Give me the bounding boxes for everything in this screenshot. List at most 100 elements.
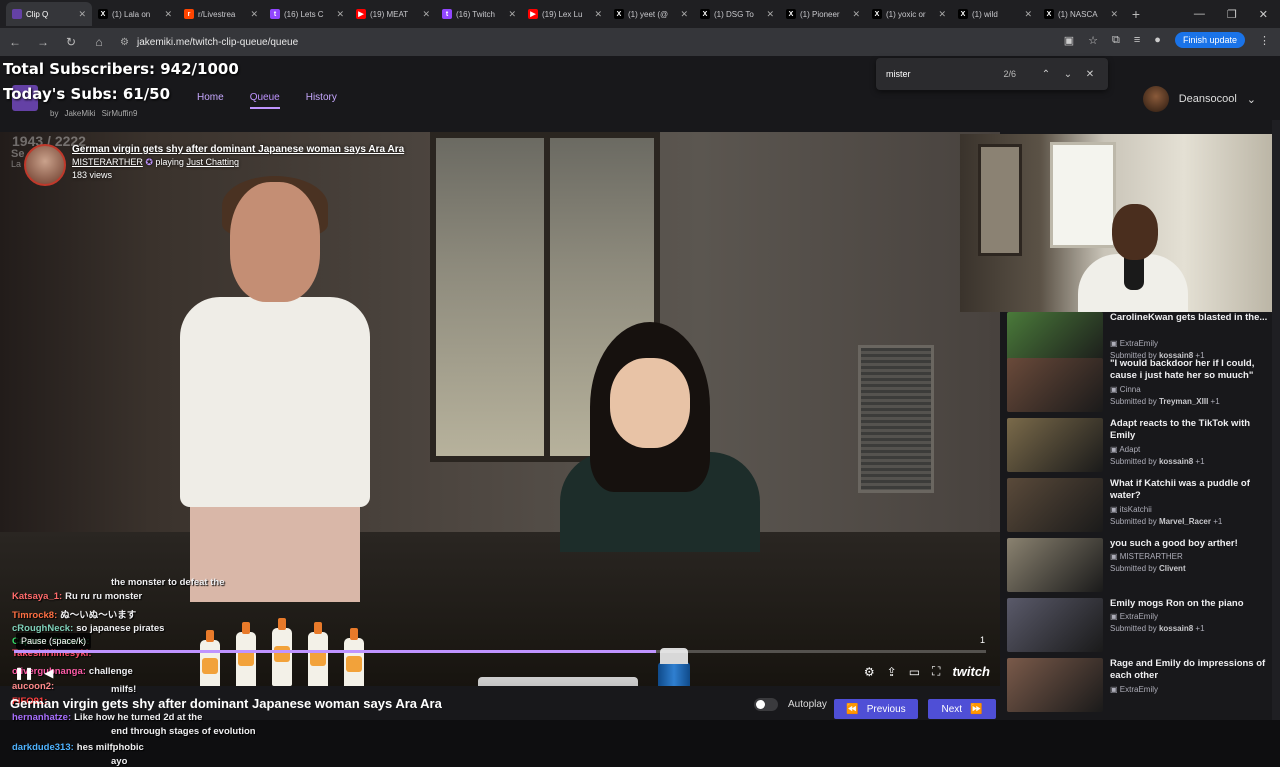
close-tab-icon[interactable]: ✕	[1024, 9, 1032, 20]
menu-icon[interactable]: ⋮	[1259, 34, 1270, 47]
close-tab-icon[interactable]: ✕	[336, 9, 344, 20]
nav-home[interactable]: Home	[197, 92, 224, 109]
forward-icon[interactable]: →	[36, 35, 50, 49]
find-prev-icon[interactable]: ⌃	[1038, 69, 1054, 80]
finish-update-button[interactable]: Finish update	[1174, 32, 1245, 48]
home-icon[interactable]: ⌂	[92, 35, 106, 49]
browser-tab[interactable]: X (1) DSG To ✕	[694, 2, 780, 26]
category-link[interactable]: Just Chatting	[186, 157, 239, 167]
today-subs-counter: Today's Subs: 61/50	[3, 85, 171, 103]
close-tab-icon[interactable]: ✕	[422, 9, 430, 20]
queue-item-submitter: Submitted by Marvel_Racer +1	[1110, 517, 1223, 526]
settings-gear-icon[interactable]: ⚙	[864, 665, 875, 679]
close-tab-icon[interactable]: ✕	[852, 9, 860, 20]
clip-thumbnail	[1007, 478, 1103, 532]
autoplay-control[interactable]: Autoplay	[754, 698, 827, 711]
playlist-icon[interactable]: ≡	[1134, 34, 1140, 46]
nav-history[interactable]: History	[306, 92, 337, 109]
pause-button[interactable]: ❚❚	[14, 666, 34, 680]
previous-button[interactable]: ⏪ Previous	[834, 699, 918, 719]
close-tab-icon[interactable]: ✕	[78, 9, 86, 20]
find-input[interactable]: mister	[886, 69, 1003, 79]
tab-favicon-icon: X	[958, 9, 968, 19]
reader-mode-icon[interactable]: ▣	[1064, 34, 1074, 47]
bookmark-star-icon[interactable]: ☆	[1088, 34, 1098, 47]
find-next-icon[interactable]: ⌄	[1060, 69, 1076, 80]
tab-favicon-icon: ▶	[528, 9, 538, 19]
theater-mode-icon[interactable]: ▭	[909, 665, 920, 679]
verified-icon: ✪	[145, 157, 153, 167]
queue-item-submitter: Submitted by Clivent	[1110, 564, 1186, 573]
author-link-2[interactable]: SirMuffin9	[102, 109, 138, 118]
browser-tab[interactable]: X (1) wild ✕	[952, 2, 1038, 26]
share-icon[interactable]: ⇪	[887, 665, 897, 679]
video-player[interactable]	[0, 132, 1000, 686]
twitch-watermark[interactable]: twitch	[952, 664, 990, 679]
browser-tab[interactable]: X (1) yeet (@ ✕	[608, 2, 694, 26]
browser-tab[interactable]: X (1) Pioneer ✕	[780, 2, 866, 26]
next-button[interactable]: Next ⏩	[928, 699, 996, 719]
close-tab-icon[interactable]: ✕	[594, 9, 602, 20]
browser-tab[interactable]: r r/Livestrea ✕	[178, 2, 264, 26]
close-tab-icon[interactable]: ✕	[766, 9, 774, 20]
tab-title: (1) DSG To	[714, 9, 754, 19]
tab-title: (19) MEAT	[370, 9, 409, 19]
queue-item[interactable]: you such a good boy arther! ▣ MISTERARTH…	[1004, 538, 1272, 598]
chat-text: Like how he turned 2d at the	[74, 712, 203, 723]
close-tab-icon[interactable]: ✕	[164, 9, 172, 20]
profile-icon[interactable]: ●	[1154, 34, 1161, 46]
site-info-icon[interactable]: ⚙	[120, 37, 129, 48]
author-link-1[interactable]: JakeMiki	[64, 109, 95, 118]
fullscreen-icon[interactable]: ⛶	[932, 664, 940, 679]
browser-tab[interactable]: ▶ (19) Lex Lu ✕	[522, 2, 608, 26]
close-tab-icon[interactable]: ✕	[938, 9, 946, 20]
browser-tab[interactable]: X (1) NASCA ✕	[1038, 2, 1124, 26]
maximize-icon[interactable]: ❐	[1227, 8, 1237, 21]
chat-text: Ru ru ru monster	[65, 591, 143, 602]
queue-item-submitter: Submitted by kossain8 +1	[1110, 624, 1205, 633]
queue-item[interactable]: What if Katchii was a puddle of water? ▣…	[1004, 478, 1272, 538]
clip-thumbnail	[1007, 538, 1103, 592]
close-tab-icon[interactable]: ✕	[508, 9, 516, 20]
channel-avatar[interactable]	[24, 144, 66, 186]
nav-queue[interactable]: Queue	[249, 92, 280, 109]
tab-favicon-icon: t	[270, 9, 280, 19]
chat-message: Timrock8: ぬ〜いぬ〜います	[12, 607, 136, 621]
new-tab-icon[interactable]: +	[1124, 6, 1148, 22]
tab-favicon-icon	[12, 9, 22, 19]
volume-icon[interactable]: ◀	[44, 666, 53, 680]
browser-tab[interactable]: t (16) Twitch ✕	[436, 2, 522, 26]
queue-item[interactable]: Adapt reacts to the TikTok with Emily ▣ …	[1004, 418, 1272, 478]
url-field[interactable]: ⚙ jakemiki.me/twitch-clip-queue/queue	[120, 37, 298, 48]
progress-bar[interactable]	[14, 650, 986, 653]
close-window-icon[interactable]: ✕	[1259, 8, 1268, 21]
cast-icon[interactable]: ⧉	[1112, 34, 1120, 47]
back-icon[interactable]: ←	[8, 35, 22, 49]
find-close-icon[interactable]: ✕	[1082, 69, 1098, 80]
close-tab-icon[interactable]: ✕	[1110, 9, 1118, 20]
queue-item-submitter: Submitted by kossain8 +1	[1110, 457, 1205, 466]
queue-item[interactable]: Rage and Emily do impressions of each ot…	[1004, 658, 1272, 718]
channel-icon: ▣	[1110, 685, 1118, 694]
close-tab-icon[interactable]: ✕	[680, 9, 688, 20]
autoplay-toggle[interactable]	[754, 698, 778, 711]
reload-icon[interactable]: ↻	[64, 35, 78, 49]
queue-item[interactable]: Emily mogs Ron on the piano ▣ ExtraEmily…	[1004, 598, 1272, 658]
clip-title-link[interactable]: German virgin gets shy after dominant Ja…	[72, 144, 404, 155]
browser-tab-bar: Clip Q ✕ X (1) Lala on ✕ r r/Livestrea ✕ t (16) L…	[0, 0, 1280, 28]
queue-item[interactable]: "I would backdoor her if I could, cause …	[1004, 358, 1272, 418]
next-label: Next	[941, 703, 963, 715]
channel-icon: ▣	[1110, 552, 1118, 561]
browser-tab[interactable]: X (1) yoxic or ✕	[866, 2, 952, 26]
user-menu[interactable]: Deansocool ⌄	[1142, 86, 1256, 112]
minimize-icon[interactable]: —	[1194, 8, 1205, 20]
browser-tab[interactable]: t (16) Lets C ✕	[264, 2, 350, 26]
queue-item-title: "I would backdoor her if I could, cause …	[1110, 358, 1255, 381]
scrollbar[interactable]	[1272, 120, 1280, 720]
browser-tab[interactable]: Clip Q ✕	[6, 2, 92, 26]
browser-tab[interactable]: ▶ (19) MEAT ✕	[350, 2, 436, 26]
channel-link[interactable]: MISTERARTHER	[72, 157, 143, 167]
browser-tab[interactable]: X (1) Lala on ✕	[92, 2, 178, 26]
close-tab-icon[interactable]: ✕	[250, 9, 258, 20]
clip-info: German virgin gets shy after dominant Ja…	[24, 144, 404, 186]
